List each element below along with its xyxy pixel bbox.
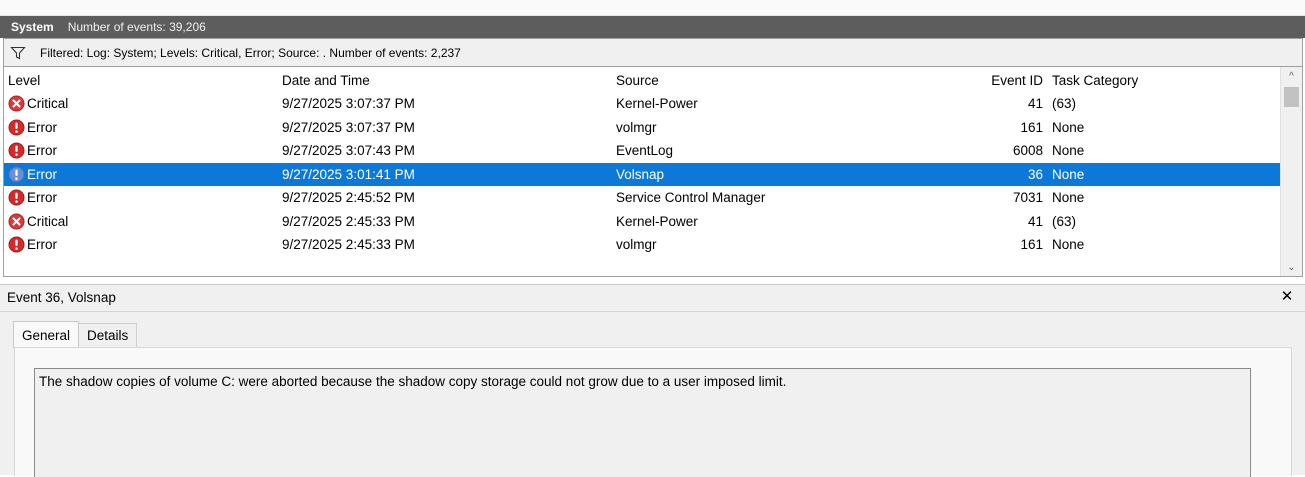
pane-splitter[interactable] <box>0 277 1305 284</box>
scroll-thumb[interactable] <box>1284 87 1299 107</box>
level-cell: Error <box>8 233 57 256</box>
table-row[interactable]: Critical 9/27/2025 2:45:33 PM Kernel-Power… <box>4 210 1280 233</box>
close-icon[interactable]: ✕ <box>1279 289 1295 305</box>
event-id-cell: 36 <box>1027 166 1043 182</box>
source-cell: Kernel-Power <box>616 213 698 229</box>
task-category-cell: None <box>1052 237 1085 252</box>
task-category-cell: None <box>1052 119 1085 135</box>
source-cell: Volsnap <box>616 166 665 182</box>
table-row[interactable]: Critical 9/27/2025 3:07:37 PM Kernel-Power… <box>4 92 1280 115</box>
error-icon <box>8 142 25 159</box>
column-header-date[interactable]: Date and Time <box>282 69 370 92</box>
funnel-icon <box>10 45 26 61</box>
date-cell: 9/27/2025 2:45:33 PM <box>282 237 415 252</box>
task-category-cell: (63) <box>1052 96 1077 111</box>
level-cell: Error <box>8 163 57 186</box>
event-id-cell: 7031 <box>1012 190 1043 205</box>
filter-bar: Filtered: Log: System; Levels: Critical,… <box>4 39 1302 67</box>
table-row[interactable]: Error 9/27/2025 2:45:33 PM volmgr 161 None <box>4 233 1280 256</box>
event-detail-pane: Event 36, Volsnap ✕ General Details The … <box>0 284 1305 477</box>
date-cell: 9/27/2025 3:07:37 PM <box>282 119 415 135</box>
general-tab-panel: The shadow copies of volume C: were abor… <box>14 347 1292 477</box>
detail-divider <box>0 311 1305 312</box>
event-message-box[interactable]: The shadow copies of volume C: were abor… <box>34 368 1251 477</box>
filter-text: Filtered: Log: System; Levels: Critical,… <box>40 45 461 60</box>
level-cell: Error <box>8 186 57 209</box>
table-row[interactable]: Error 9/27/2025 3:07:37 PM volmgr 161 None <box>4 116 1280 139</box>
source-cell: volmgr <box>616 237 657 252</box>
error-icon <box>8 189 25 206</box>
level-text: Error <box>27 190 57 205</box>
date-cell: 9/27/2025 2:45:52 PM <box>282 190 415 205</box>
detail-title: Event 36, Volsnap <box>7 290 116 305</box>
event-id-cell: 41 <box>1027 96 1043 111</box>
level-text: Error <box>27 237 57 252</box>
level-text: Critical <box>27 96 69 111</box>
error-icon <box>8 236 25 253</box>
top-strip <box>0 0 1305 16</box>
source-cell: Service Control Manager <box>616 190 766 205</box>
scroll-up-icon[interactable]: ^ <box>1281 67 1302 85</box>
level-cell: Error <box>8 139 57 162</box>
task-category-cell: (63) <box>1052 213 1077 229</box>
column-header-task-category[interactable]: Task Category <box>1052 69 1138 92</box>
event-id-cell: 161 <box>1020 237 1043 252</box>
level-text: Error <box>27 119 57 135</box>
event-id-cell: 6008 <box>1012 143 1043 158</box>
level-cell: Critical <box>8 92 68 115</box>
log-header-bar: System Number of events: 39,206 <box>0 16 1305 38</box>
level-cell: Critical <box>8 210 68 233</box>
vertical-scrollbar[interactable]: ^ ⌄ <box>1280 67 1302 276</box>
events-table: Level Date and Time Source Event ID Task… <box>4 67 1280 276</box>
table-row[interactable]: Error 9/27/2025 2:45:52 PM Service Control… <box>4 186 1280 209</box>
date-cell: 9/27/2025 2:45:33 PM <box>282 213 415 229</box>
date-cell: 9/27/2025 3:07:43 PM <box>282 143 415 158</box>
level-text: Error <box>27 143 57 158</box>
column-header-source[interactable]: Source <box>616 69 659 92</box>
tab-details[interactable]: Details <box>79 323 138 347</box>
level-text: Critical <box>27 213 69 229</box>
level-text: Error <box>27 166 57 182</box>
tab-general[interactable]: General <box>13 321 80 348</box>
level-cell: Error <box>8 116 57 139</box>
column-header-event-id[interactable]: Event ID <box>954 69 1043 92</box>
source-cell: volmgr <box>616 119 657 135</box>
critical-icon <box>8 213 25 230</box>
column-header-level[interactable]: Level <box>8 69 40 92</box>
source-cell: EventLog <box>616 143 674 158</box>
table-row[interactable]: Error 9/27/2025 3:07:43 PM EventLog 6008 Non… <box>4 139 1280 162</box>
event-count: Number of events: 39,206 <box>67 20 206 34</box>
task-category-cell: None <box>1052 166 1085 182</box>
task-category-cell: None <box>1052 190 1085 205</box>
error-icon <box>8 166 25 183</box>
event-id-cell: 41 <box>1027 213 1043 229</box>
error-icon <box>8 119 25 136</box>
table-header-row: Level Date and Time Source Event ID Task… <box>4 69 1280 92</box>
table-row[interactable]: Error 9/27/2025 3:01:41 PM Volsnap 36 None <box>4 162 1280 186</box>
date-cell: 9/27/2025 3:07:37 PM <box>282 96 415 111</box>
event-id-cell: 161 <box>1020 119 1043 135</box>
source-cell: Kernel-Power <box>616 96 698 111</box>
events-pane: Filtered: Log: System; Levels: Critical,… <box>3 38 1303 277</box>
critical-icon <box>8 95 25 112</box>
log-title: System <box>11 20 54 34</box>
date-cell: 9/27/2025 3:01:41 PM <box>282 166 415 182</box>
scroll-down-icon[interactable]: ⌄ <box>1281 258 1302 276</box>
task-category-cell: None <box>1052 143 1085 158</box>
detail-tabs: General Details <box>13 321 138 348</box>
